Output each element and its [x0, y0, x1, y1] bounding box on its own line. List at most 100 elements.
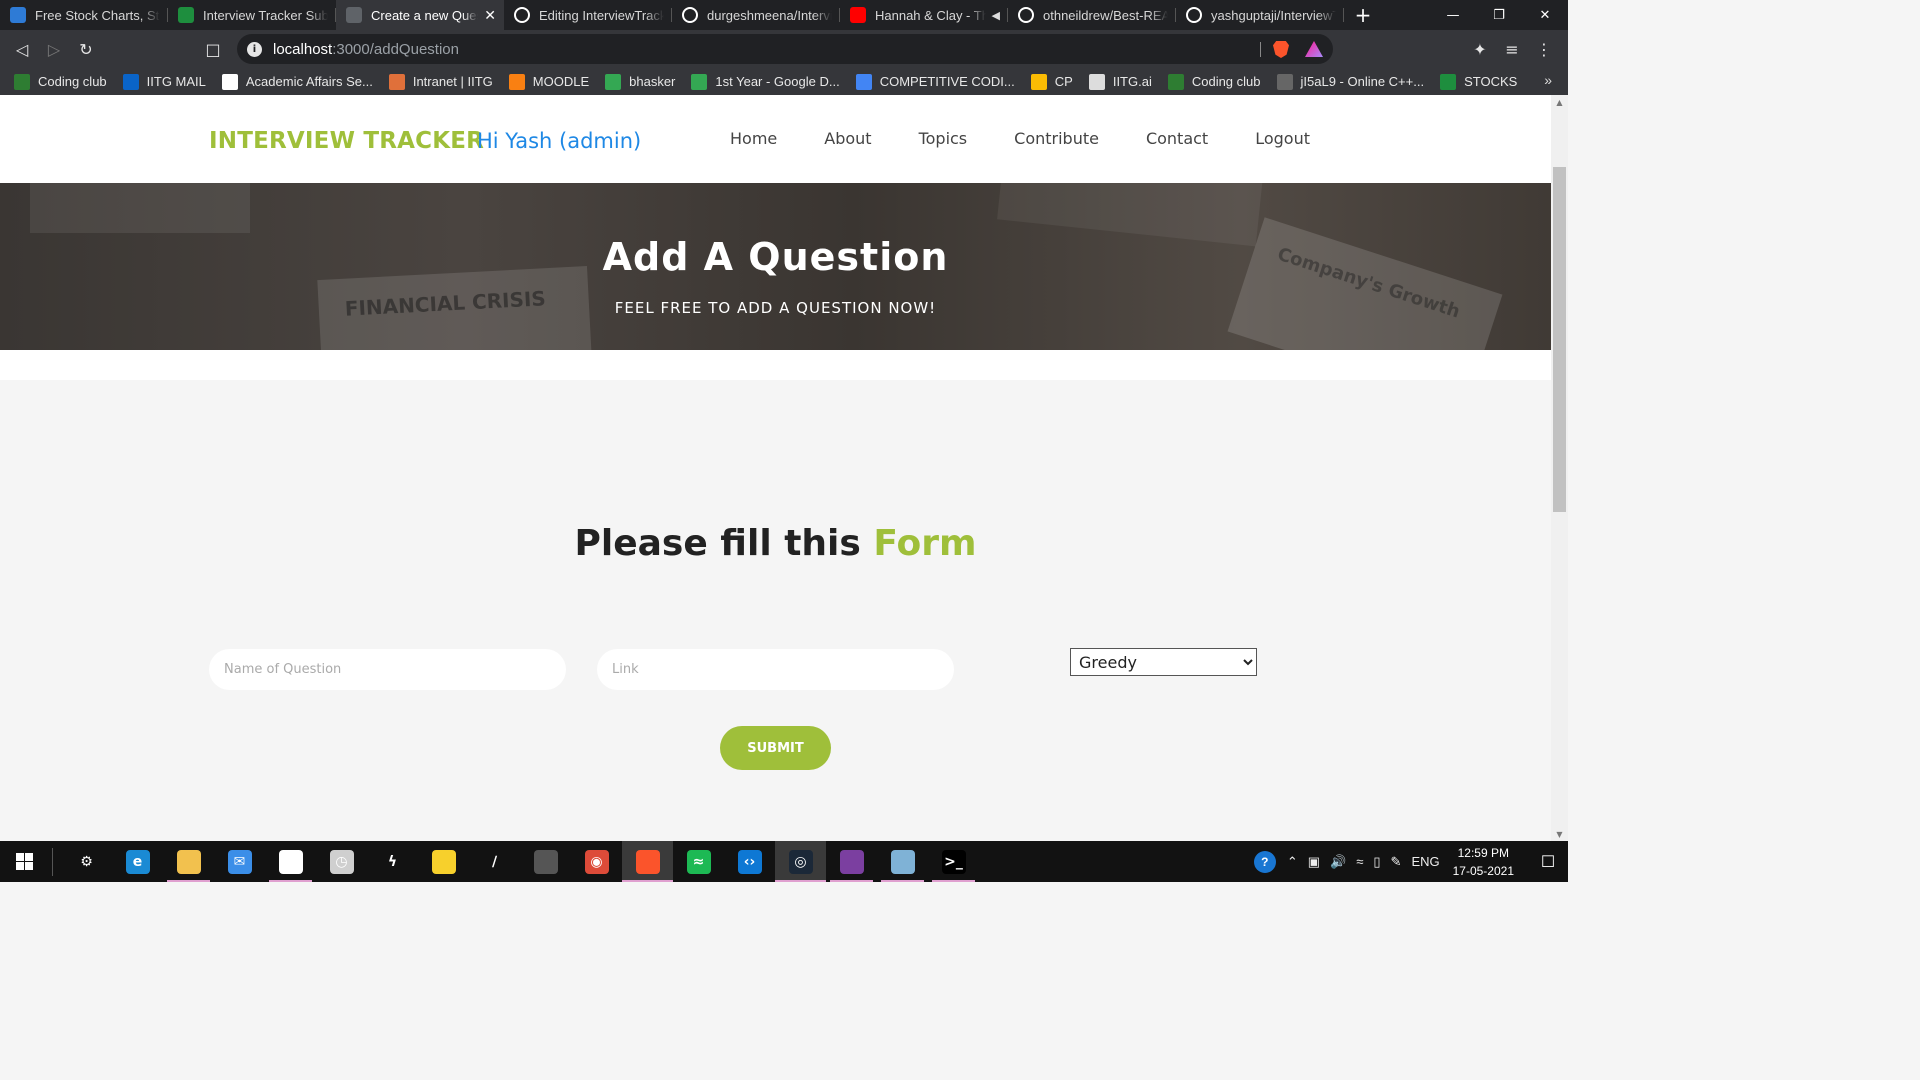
bookmark-item[interactable]: COMPETITIVE CODI...: [855, 73, 1015, 90]
address-bar[interactable]: i localhost:3000/addQuestion: [237, 34, 1333, 64]
question-name-input[interactable]: [209, 649, 566, 690]
bookmark-item[interactable]: IITG.ai: [1088, 73, 1152, 90]
submit-button[interactable]: SUBMIT: [720, 726, 831, 770]
bookmark-item[interactable]: Intranet | IITG: [388, 73, 493, 90]
scrollbar-thumb[interactable]: [1553, 167, 1566, 512]
taskbar-app[interactable]: [418, 841, 469, 882]
browser-tab[interactable]: yashguptaji/InterviewTra: [1176, 0, 1344, 30]
brave-shields-icon[interactable]: [1273, 41, 1289, 58]
bookmark-item[interactable]: Coding club: [1167, 73, 1261, 90]
tab-title: yashguptaji/InterviewTra: [1211, 7, 1336, 23]
site-info-icon[interactable]: i: [247, 41, 262, 57]
volume-icon[interactable]: 🔊: [1330, 854, 1346, 870]
user-greeting: Hi Yash (admin): [477, 129, 642, 153]
pen-icon[interactable]: ✎: [1391, 854, 1402, 870]
wifi-icon[interactable]: ≈: [1356, 854, 1363, 869]
close-tab-icon[interactable]: ✕: [484, 7, 496, 24]
back-icon[interactable]: ◁: [6, 33, 38, 65]
bookmark-icon[interactable]: □: [197, 33, 229, 65]
app-red-icon: ∕: [482, 849, 507, 874]
close-window-icon[interactable]: ✕: [1522, 0, 1568, 30]
nav-about[interactable]: About: [824, 129, 871, 148]
scroll-up-icon[interactable]: ▲: [1551, 95, 1568, 109]
tray-overflow-icon[interactable]: ⌃: [1287, 854, 1298, 870]
nav-contact[interactable]: Contact: [1146, 129, 1208, 148]
bookmark-favicon-icon: [1088, 73, 1105, 90]
taskbar-app[interactable]: [877, 841, 928, 882]
bookmark-favicon-icon: [221, 73, 238, 90]
browser-tab[interactable]: Hannah & Clay - The ◀: [840, 0, 1008, 30]
bookmark-label: bhasker: [629, 74, 676, 89]
menu-icon[interactable]: ⋮: [1528, 33, 1560, 65]
bookmark-item[interactable]: STOCKS: [1440, 73, 1517, 90]
browser-tab[interactable]: othneildrew/Best-READ: [1008, 0, 1176, 30]
page-scrollbar[interactable]: ▲ ▼: [1551, 95, 1568, 841]
vs-icon: ϟ: [380, 849, 405, 874]
device-icon[interactable]: ▣: [1308, 854, 1320, 870]
bookmark-item[interactable]: Academic Affairs Se...: [221, 73, 373, 90]
bookmark-label: IITG MAIL: [146, 74, 206, 89]
taskbar-app[interactable]: ◉: [571, 841, 622, 882]
help-icon[interactable]: ?: [1253, 850, 1276, 873]
language-indicator[interactable]: ENG: [1411, 854, 1439, 869]
taskbar-app[interactable]: ‹›: [724, 841, 775, 882]
nav-logout[interactable]: Logout: [1255, 129, 1310, 148]
taskbar-app[interactable]: [265, 841, 316, 882]
browser-tab[interactable]: Editing InterviewTracker: [504, 0, 672, 30]
browser-tab[interactable]: durgeshmeena/Intervie: [672, 0, 840, 30]
taskbar-app[interactable]: [520, 841, 571, 882]
site-brand[interactable]: INTERVIEW TRACKER: [209, 128, 484, 154]
forward-icon[interactable]: ▷: [38, 33, 70, 65]
restore-icon[interactable]: ❐: [1476, 0, 1522, 30]
taskbar-app[interactable]: [826, 841, 877, 882]
bookmark-item[interactable]: bhasker: [605, 73, 676, 90]
minimize-icon[interactable]: —: [1430, 0, 1476, 30]
notifications-icon[interactable]: ☐: [1528, 852, 1568, 872]
taskbar-app[interactable]: ϟ: [367, 841, 418, 882]
clock[interactable]: 12:59 PM 17-05-2021: [1453, 844, 1514, 880]
bookmark-item[interactable]: jI5aL9 - Online C++...: [1276, 73, 1425, 90]
taskbar-app[interactable]: ✉: [214, 841, 265, 882]
file-explorer-icon: [176, 849, 201, 874]
taskbar-app[interactable]: ◎: [775, 841, 826, 882]
hero-banner: FINANCIAL CRISIS Company's Growth Add A …: [0, 183, 1551, 350]
taskbar-app[interactable]: ∕: [469, 841, 520, 882]
vscode-icon: ‹›: [737, 849, 762, 874]
topic-select[interactable]: Greedy: [1070, 648, 1257, 676]
question-link-input[interactable]: [597, 649, 954, 690]
bookmarks-overflow-icon[interactable]: »: [1544, 72, 1552, 88]
bookmark-favicon-icon: [388, 73, 405, 90]
extensions-icon[interactable]: ✦: [1464, 33, 1496, 65]
nav-topics[interactable]: Topics: [919, 129, 968, 148]
bookmark-item[interactable]: CP: [1030, 73, 1073, 90]
battery-icon[interactable]: ▯: [1373, 854, 1380, 870]
taskbar-app[interactable]: [622, 841, 673, 882]
page-viewport: INTERVIEW TRACKER Hi Yash (admin) Home A…: [0, 95, 1551, 841]
brave-rewards-icon[interactable]: [1305, 41, 1323, 57]
scroll-down-icon[interactable]: ▼: [1551, 827, 1568, 841]
youtube-icon: [850, 7, 866, 23]
nav-home[interactable]: Home: [730, 129, 777, 148]
media-queue-icon[interactable]: ≡: [1496, 33, 1528, 65]
start-button[interactable]: [0, 841, 48, 882]
audio-playing-icon[interactable]: ◀: [992, 9, 1000, 22]
browser-tab[interactable]: Free Stock Charts, Stock: [0, 0, 168, 30]
form-title-accent: Form: [873, 523, 977, 564]
reload-icon[interactable]: ↻: [70, 33, 102, 65]
browser-tab[interactable]: Create a new Questi ✕: [336, 0, 504, 30]
taskbar-app[interactable]: ≈: [673, 841, 724, 882]
bookmark-label: jI5aL9 - Online C++...: [1300, 74, 1425, 89]
nav-contribute[interactable]: Contribute: [1014, 129, 1099, 148]
taskbar-app[interactable]: ⚙: [61, 841, 112, 882]
taskbar-app[interactable]: e: [112, 841, 163, 882]
new-tab-button[interactable]: +: [1348, 0, 1378, 30]
bookmark-item[interactable]: 1st Year - Google D...: [691, 73, 840, 90]
bookmark-item[interactable]: IITG MAIL: [122, 73, 206, 90]
taskbar-app[interactable]: >_: [928, 841, 979, 882]
browser-tab[interactable]: Interview Tracker Submi: [168, 0, 336, 30]
taskbar-app[interactable]: [163, 841, 214, 882]
bookmark-item[interactable]: MOODLE: [508, 73, 589, 90]
bookmark-item[interactable]: Coding club: [14, 73, 107, 90]
taskbar-app[interactable]: ◷: [316, 841, 367, 882]
windows-taskbar: ⚙ e ✉ ◷ ϟ ∕ ◉ ≈ ‹› ◎ >_ ? ⌃ ▣ 🔊 ≈ ▯ ✎ ENG 12:59 PM…: [0, 841, 1568, 882]
